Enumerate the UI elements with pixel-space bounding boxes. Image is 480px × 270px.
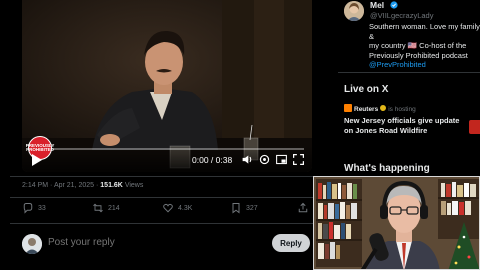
speech-bubble-icon bbox=[23, 203, 33, 214]
host-status: is hosting bbox=[388, 106, 416, 113]
host-name: Reuters bbox=[354, 106, 379, 113]
reuters-logo-icon bbox=[344, 104, 352, 112]
user-avatar-image bbox=[22, 234, 42, 254]
picture-in-picture-icon[interactable] bbox=[275, 153, 288, 166]
bookmark-count: 327 bbox=[246, 204, 258, 212]
divider bbox=[10, 197, 330, 198]
live-headline[interactable]: New Jersey officials give update on Jone… bbox=[344, 116, 466, 136]
meta-separator: · bbox=[50, 182, 53, 189]
verified-badge-icon bbox=[390, 1, 398, 9]
post-date[interactable]: Apr 21, 2025 bbox=[54, 182, 94, 189]
webcam-overlay bbox=[313, 176, 480, 270]
video-progress-bar[interactable] bbox=[30, 148, 304, 150]
section-title: Live on X bbox=[344, 84, 389, 95]
share-upload-icon bbox=[298, 202, 308, 213]
gear-icon[interactable] bbox=[258, 153, 271, 166]
heart-icon bbox=[163, 203, 173, 213]
like-count: 4.3K bbox=[178, 204, 193, 212]
views-count: 151.6K bbox=[100, 182, 123, 189]
avatar[interactable] bbox=[344, 1, 364, 21]
bio-mention-link[interactable]: @PrevProhibited bbox=[369, 60, 480, 70]
post-metadata: 2:14 PM · Apr 21, 2025 · 151.6K Views bbox=[22, 182, 143, 189]
fullscreen-icon[interactable] bbox=[292, 153, 305, 166]
bio-line: Southern woman. Love my family & bbox=[369, 22, 480, 41]
profile-bio: Southern woman. Love my family & my coun… bbox=[369, 22, 480, 70]
bookmark-icon bbox=[232, 203, 240, 214]
reply-composer: Reply bbox=[0, 224, 320, 270]
meta-separator: · bbox=[95, 182, 99, 189]
bio-line: Previously Prohibited podcast bbox=[369, 50, 468, 60]
views-label: Views bbox=[124, 182, 144, 189]
post-time[interactable]: 2:14 PM bbox=[22, 182, 48, 189]
reply-button[interactable]: Reply bbox=[272, 234, 310, 252]
profile-handle[interactable]: @VIILgecrazyLady bbox=[370, 11, 433, 20]
divider bbox=[338, 72, 480, 73]
bio-line: my country 🇺🇸 Co-host of the bbox=[369, 41, 467, 50]
like-action[interactable]: 4.3K bbox=[162, 202, 192, 214]
webcam-scene bbox=[314, 177, 479, 269]
section-title: What's happening bbox=[344, 163, 430, 174]
profile-avatar-image bbox=[344, 1, 364, 21]
play-icon[interactable] bbox=[28, 152, 44, 168]
divider bbox=[10, 176, 330, 177]
profile-card[interactable]: Mel @VIILgecrazyLady Southern woman. Lov… bbox=[340, 0, 480, 70]
video-player[interactable]: PREVIOUSLY PROHIBITED 0:00 / 0:38 bbox=[22, 0, 312, 172]
post-column: PREVIOUSLY PROHIBITED 0:00 / 0:38 2:14 P… bbox=[0, 0, 330, 270]
reply-input[interactable] bbox=[48, 237, 228, 248]
live-host-row[interactable]: Reuters is hosting bbox=[344, 104, 480, 114]
avatar[interactable] bbox=[22, 234, 42, 254]
reply-count: 33 bbox=[38, 204, 46, 212]
reply-action[interactable]: 33 bbox=[22, 202, 46, 214]
verified-org-badge-icon bbox=[380, 105, 387, 111]
repost-count: 214 bbox=[108, 204, 120, 212]
share-action[interactable] bbox=[297, 202, 309, 214]
repost-action[interactable]: 214 bbox=[92, 202, 120, 214]
video-time-display: 0:00 / 0:38 bbox=[192, 155, 233, 165]
bookmark-action[interactable]: 327 bbox=[230, 202, 258, 214]
profile-name[interactable]: Mel bbox=[370, 0, 384, 10]
live-thumbnail[interactable] bbox=[469, 120, 480, 134]
post-action-bar: 33 214 4.3K 327 bbox=[22, 202, 312, 222]
volume-icon[interactable] bbox=[241, 153, 254, 166]
repost-arrows-icon bbox=[93, 203, 103, 213]
